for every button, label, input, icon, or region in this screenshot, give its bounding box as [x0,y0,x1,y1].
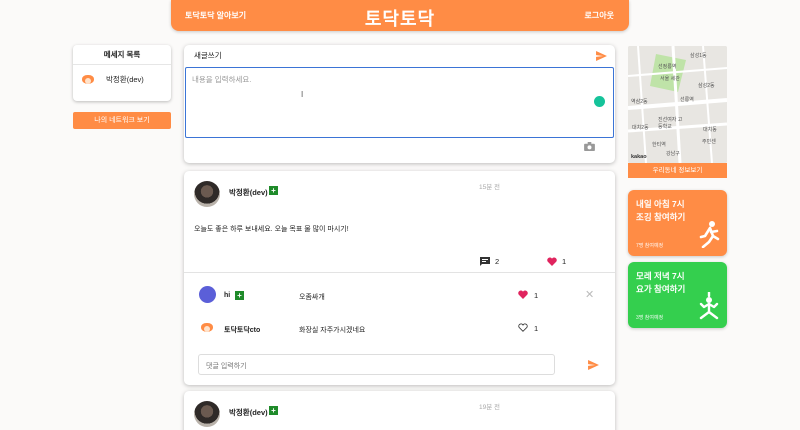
map-label: 대치2동 [632,125,649,131]
post-textarea[interactable]: 내용을 입력하세요. [185,67,614,138]
my-network-button[interactable]: 나의 네트워크 보기 [73,112,171,129]
add-friend-icon[interactable]: + [269,186,278,195]
running-person-icon [699,221,720,248]
like-count: 1 [562,257,567,266]
map-label: 대치동 [703,127,717,133]
comment-text: 오좀싸개 [299,294,325,301]
add-friend-icon[interactable]: + [235,291,244,300]
comment-row: hi + 오좀싸개 1 ✕ [198,286,598,306]
event-card-jogging[interactable]: 내일 아침 7시 조깅 참여하기 7명 참여예정 [628,190,727,256]
post-card: 박정환(dev) + 19분 전 [184,391,615,430]
comment-like-count: 1 [534,324,539,333]
map-label: 진선여자 고등학교 [658,117,683,130]
divider [184,272,615,273]
heart-filled-icon [547,257,557,266]
message-list-panel: 메세지 목록 박정환(dev) [73,45,171,101]
message-list-title: 메세지 목록 [73,45,171,65]
comment-icon [480,257,490,266]
event-participants: 7명 참여예정 [636,243,664,249]
fox-avatar-icon[interactable] [199,319,216,336]
post-time: 15분 전 [479,184,500,191]
send-icon[interactable] [588,360,599,370]
comment-count: 2 [495,257,500,266]
map-label: 선정릉역 [658,64,677,70]
compose-title: 새글쓰기 [194,51,222,60]
map-label: 주민센 [702,139,716,145]
like-button[interactable]: 1 [547,257,566,266]
add-friend-icon[interactable]: + [269,406,278,415]
camera-icon[interactable] [584,142,595,151]
map-label: 삼성2동 [698,83,715,89]
map-label: 역삼2동 [631,99,648,105]
map-provider-logo: kakao [631,154,647,160]
map-label: 서울 세관 [660,76,680,82]
comment-text: 화장실 자주가시겠네요 [299,327,366,334]
comment-avatar[interactable] [199,286,216,303]
map-label: 삼성1동 [690,53,707,59]
logout-link[interactable]: 로그아웃 [585,10,614,21]
neighborhood-info-button[interactable]: 우리동네 정보보기 [628,163,727,178]
event-participants: 3명 참여예정 [636,315,664,321]
post-author[interactable]: 박정환(dev) [229,187,268,198]
event-title: 모레 저녁 7시 요가 참여하기 [636,271,686,294]
author-avatar[interactable] [194,401,220,427]
message-item[interactable]: 박정환(dev) [73,65,171,93]
event-title: 내일 아침 7시 조깅 참여하기 [636,199,686,222]
text-cursor-icon: I [301,90,304,99]
comment-author[interactable]: 토닥토닥cto [224,325,260,335]
reply-input[interactable]: 댓글 입력하기 [198,354,555,375]
post-time: 19분 전 [479,404,500,411]
send-icon[interactable] [596,51,607,61]
event-card-yoga[interactable]: 모레 저녁 7시 요가 참여하기 3명 참여예정 [628,262,727,328]
post-author[interactable]: 박정환(dev) [229,407,268,418]
author-avatar[interactable] [194,181,220,207]
logo[interactable]: 토닥토닥 [171,5,629,31]
heart-filled-icon[interactable] [518,290,528,299]
map-label: 선릉역 [680,97,694,103]
compose-card: 새글쓰기 내용을 입력하세요. I [184,45,615,163]
post-card: 박정환(dev) + 15분 전 오늘도 좋은 하루 보내세요. 오늘 목표 물… [184,171,615,385]
heart-outline-icon[interactable] [518,323,528,332]
post-content: 오늘도 좋은 하루 보내세요. 오늘 목표 물 많이 마시기! [194,226,349,233]
map-label: 한티역 [652,142,666,148]
message-item-name: 박정환(dev) [106,74,144,84]
fox-avatar-icon [80,71,96,87]
comment-row: 토닥토닥cto 화장실 자주가시겠네요 1 [198,319,598,339]
grammarly-icon[interactable] [594,96,605,107]
neighborhood-map[interactable]: 삼성1동 선정릉역 서울 세관 선릉역 역삼2동 한티역 진선여자 고등학교 대… [628,46,727,163]
close-icon[interactable]: ✕ [585,288,594,301]
comment-count-button[interactable]: 2 [480,257,499,266]
comment-author[interactable]: hi [224,292,230,299]
comment-like-count: 1 [534,291,539,300]
yoga-person-icon [699,292,719,320]
top-header: 토닥토닥 알아보기 토닥토닥 로그아웃 [171,0,629,31]
map-label: 강남구 [666,151,680,157]
